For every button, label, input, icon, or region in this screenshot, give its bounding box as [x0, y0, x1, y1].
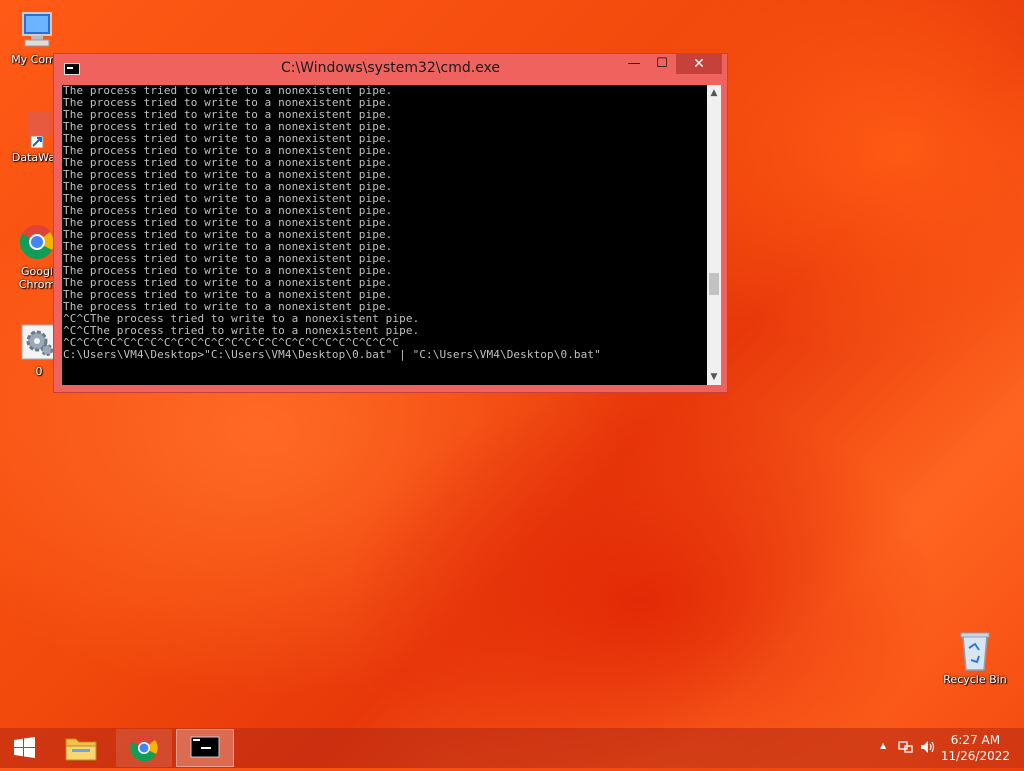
scroll-thumb[interactable]	[709, 273, 719, 295]
clock[interactable]: 6:27 AM 11/26/2022	[941, 732, 1010, 764]
taskbar-chrome[interactable]	[116, 729, 172, 767]
desktop-icon-label: Recycle Bin	[943, 673, 1007, 686]
shortcut-icon	[17, 108, 57, 149]
clock-time: 6:27 AM	[950, 733, 1001, 747]
computer-icon	[17, 10, 57, 50]
desktop-icon-recycle-bin[interactable]: Recycle Bin	[938, 630, 1012, 686]
scroll-up-icon[interactable]: ▲	[707, 85, 721, 101]
recycle-bin-icon	[955, 630, 995, 671]
chrome-icon	[130, 735, 158, 762]
taskbar: ▲ 6:27 AM 11/26/2022	[0, 728, 1024, 768]
start-button[interactable]	[4, 729, 44, 767]
cmd-window[interactable]: C:\Windows\system32\cmd.exe — ☐ ✕ The pr…	[53, 53, 728, 393]
network-icon[interactable]	[898, 740, 914, 757]
scroll-down-icon[interactable]: ▼	[707, 369, 721, 385]
volume-icon[interactable]	[920, 740, 936, 757]
maximize-button[interactable]: ☐	[648, 54, 676, 74]
taskbar-file-explorer[interactable]	[58, 729, 104, 767]
console-line: C:\Users\VM4\Desktop>"C:\Users\VM4\Deskt…	[63, 348, 601, 361]
folder-icon	[65, 738, 97, 761]
minimize-button[interactable]: —	[620, 54, 648, 74]
cmd-icon	[190, 736, 220, 758]
chrome-icon	[17, 222, 57, 262]
taskbar-cmd[interactable]	[176, 729, 234, 767]
console-lines: The process tried to write to a nonexist…	[63, 85, 707, 361]
show-hidden-icons-icon[interactable]: ▲	[880, 741, 886, 750]
vertical-scrollbar[interactable]: ▲ ▼	[707, 85, 721, 385]
close-button[interactable]: ✕	[676, 54, 722, 74]
clock-date: 11/26/2022	[940, 749, 1010, 763]
title-bar[interactable]: C:\Windows\system32\cmd.exe — ☐ ✕	[54, 54, 727, 84]
windows-logo-icon	[14, 737, 35, 758]
system-tray: ▲ 6:27 AM 11/26/2022	[864, 728, 1024, 768]
console-output[interactable]: The process tried to write to a nonexist…	[62, 85, 707, 385]
